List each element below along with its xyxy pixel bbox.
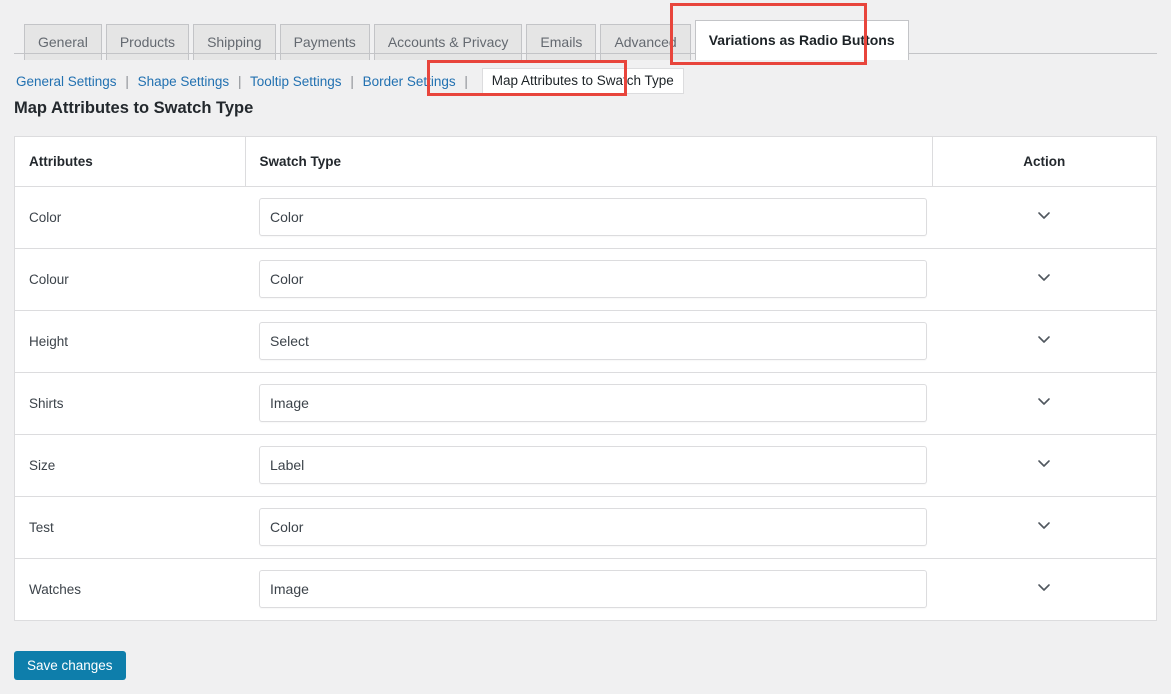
subnav-link-tooltip-settings[interactable]: Tooltip Settings — [250, 74, 342, 89]
swatch-type-select[interactable]: Image — [259, 570, 927, 608]
action-cell — [932, 496, 1156, 558]
tab-general[interactable]: General — [24, 24, 102, 60]
subnav-link-shape-settings[interactable]: Shape Settings — [138, 74, 230, 89]
table-row: Height Select — [15, 310, 1156, 372]
map-attributes-table-container: Attributes Swatch Type Action ColorColor… — [14, 136, 1157, 621]
subnav-separator: | — [238, 74, 242, 89]
table-row: Color Color — [15, 186, 1156, 248]
table-row: Test Color — [15, 496, 1156, 558]
action-cell — [932, 310, 1156, 372]
subnav-link-border-settings[interactable]: Border Settings — [363, 74, 456, 89]
column-header-action: Action — [932, 137, 1156, 186]
column-header-attributes: Attributes — [15, 137, 245, 186]
attribute-name-cell: Height — [15, 310, 245, 372]
chevron-down-icon[interactable] — [1035, 206, 1053, 224]
swatch-type-cell: Image — [245, 558, 932, 620]
tab-accounts-privacy[interactable]: Accounts & Privacy — [374, 24, 523, 60]
swatch-type-select[interactable]: Color — [259, 198, 927, 236]
action-cell — [932, 248, 1156, 310]
table-header: Attributes Swatch Type Action — [15, 137, 1156, 186]
swatch-type-cell: Color — [245, 186, 932, 248]
swatch-type-select[interactable]: Select — [259, 322, 927, 360]
attribute-name-cell: Shirts — [15, 372, 245, 434]
subnav-separator: | — [125, 74, 129, 89]
attribute-name-cell: Test — [15, 496, 245, 558]
sub-navigation: General Settings | Shape Settings | Tool… — [16, 69, 684, 95]
chevron-down-icon[interactable] — [1035, 330, 1053, 348]
subnav-separator: | — [350, 74, 354, 89]
swatch-type-cell: Image — [245, 372, 932, 434]
attribute-name-cell: Colour — [15, 248, 245, 310]
action-cell — [932, 372, 1156, 434]
tab-payments[interactable]: Payments — [280, 24, 370, 60]
table-header-row: Attributes Swatch Type Action — [15, 137, 1156, 186]
action-cell — [932, 558, 1156, 620]
subnav-separator: | — [464, 74, 468, 89]
table-row: Shirts Image — [15, 372, 1156, 434]
swatch-type-select[interactable]: Color — [259, 508, 927, 546]
table-row: Watches Image — [15, 558, 1156, 620]
table-row: Colour Color — [15, 248, 1156, 310]
attribute-name-cell: Watches — [15, 558, 245, 620]
swatch-type-cell: Select — [245, 310, 932, 372]
table-body: ColorColorColourColorHeightSelectShirtsI… — [15, 186, 1156, 620]
swatch-type-select[interactable]: Image — [259, 384, 927, 422]
table-row: Size Label — [15, 434, 1156, 496]
tab-variations-as-radio-buttons[interactable]: Variations as Radio Buttons — [695, 20, 909, 60]
swatch-type-cell: Color — [245, 496, 932, 558]
tab-emails[interactable]: Emails — [526, 24, 596, 60]
action-cell — [932, 434, 1156, 496]
swatch-type-select[interactable]: Color — [259, 260, 927, 298]
chevron-down-icon[interactable] — [1035, 454, 1053, 472]
column-header-swatch-type: Swatch Type — [245, 137, 932, 186]
subnav-current-map-attributes-to-swatch-type[interactable]: Map Attributes to Swatch Type — [482, 68, 684, 94]
action-cell — [932, 186, 1156, 248]
settings-tab-bar: GeneralProductsShippingPaymentsAccounts … — [0, 0, 1171, 55]
swatch-type-select[interactable]: Label — [259, 446, 927, 484]
swatch-type-cell: Label — [245, 434, 932, 496]
chevron-down-icon[interactable] — [1035, 268, 1053, 286]
tab-products[interactable]: Products — [106, 24, 189, 60]
chevron-down-icon[interactable] — [1035, 516, 1053, 534]
map-attributes-table: Attributes Swatch Type Action ColorColor… — [15, 137, 1156, 620]
swatch-type-cell: Color — [245, 248, 932, 310]
tab-bar-divider — [14, 53, 1157, 54]
save-changes-button[interactable]: Save changes — [14, 651, 126, 680]
page-title: Map Attributes to Swatch Type — [14, 100, 253, 117]
subnav-link-general-settings[interactable]: General Settings — [16, 74, 117, 89]
tab-advanced[interactable]: Advanced — [600, 24, 690, 60]
settings-page: GeneralProductsShippingPaymentsAccounts … — [0, 0, 1171, 694]
attribute-name-cell: Size — [15, 434, 245, 496]
tab-list: GeneralProductsShippingPaymentsAccounts … — [24, 20, 909, 60]
tab-shipping[interactable]: Shipping — [193, 24, 276, 60]
chevron-down-icon[interactable] — [1035, 578, 1053, 596]
chevron-down-icon[interactable] — [1035, 392, 1053, 410]
attribute-name-cell: Color — [15, 186, 245, 248]
